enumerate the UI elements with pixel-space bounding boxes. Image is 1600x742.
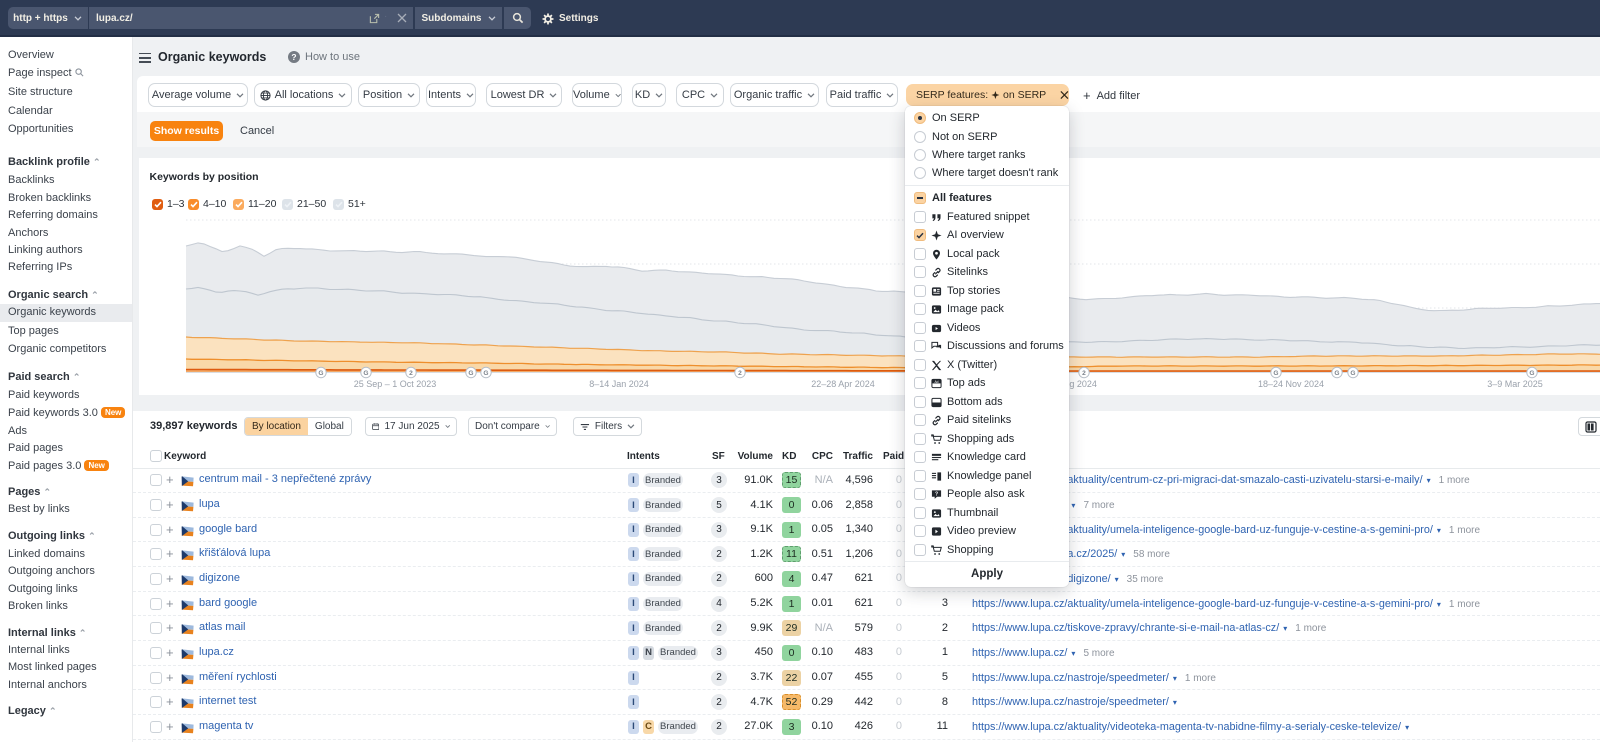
svg-text:?: ?: [934, 491, 937, 497]
svg-text:G: G: [1529, 370, 1534, 377]
svg-text:G: G: [1350, 370, 1355, 377]
svg-text:2: 2: [1082, 370, 1086, 377]
svg-text:G: G: [1334, 370, 1339, 377]
svg-text:3–9 Mar 2025: 3–9 Mar 2025: [1487, 379, 1543, 389]
svg-text:G: G: [483, 370, 488, 377]
svg-text:18–24 Nov 2024: 18–24 Nov 2024: [1258, 379, 1324, 389]
svg-text:Ad: Ad: [934, 379, 938, 383]
svg-text:G: G: [1273, 370, 1278, 377]
svg-text:22–28 Apr 2024: 22–28 Apr 2024: [811, 379, 875, 389]
svg-text:8–14 Jan 2024: 8–14 Jan 2024: [589, 379, 649, 389]
svg-text:25 Sep – 1 Oct 2023: 25 Sep – 1 Oct 2023: [354, 379, 437, 389]
svg-text:2: 2: [738, 370, 742, 377]
svg-text:G: G: [468, 370, 473, 377]
svg-text:G: G: [363, 370, 368, 377]
svg-text:G: G: [318, 370, 323, 377]
svg-text:2: 2: [409, 370, 413, 377]
